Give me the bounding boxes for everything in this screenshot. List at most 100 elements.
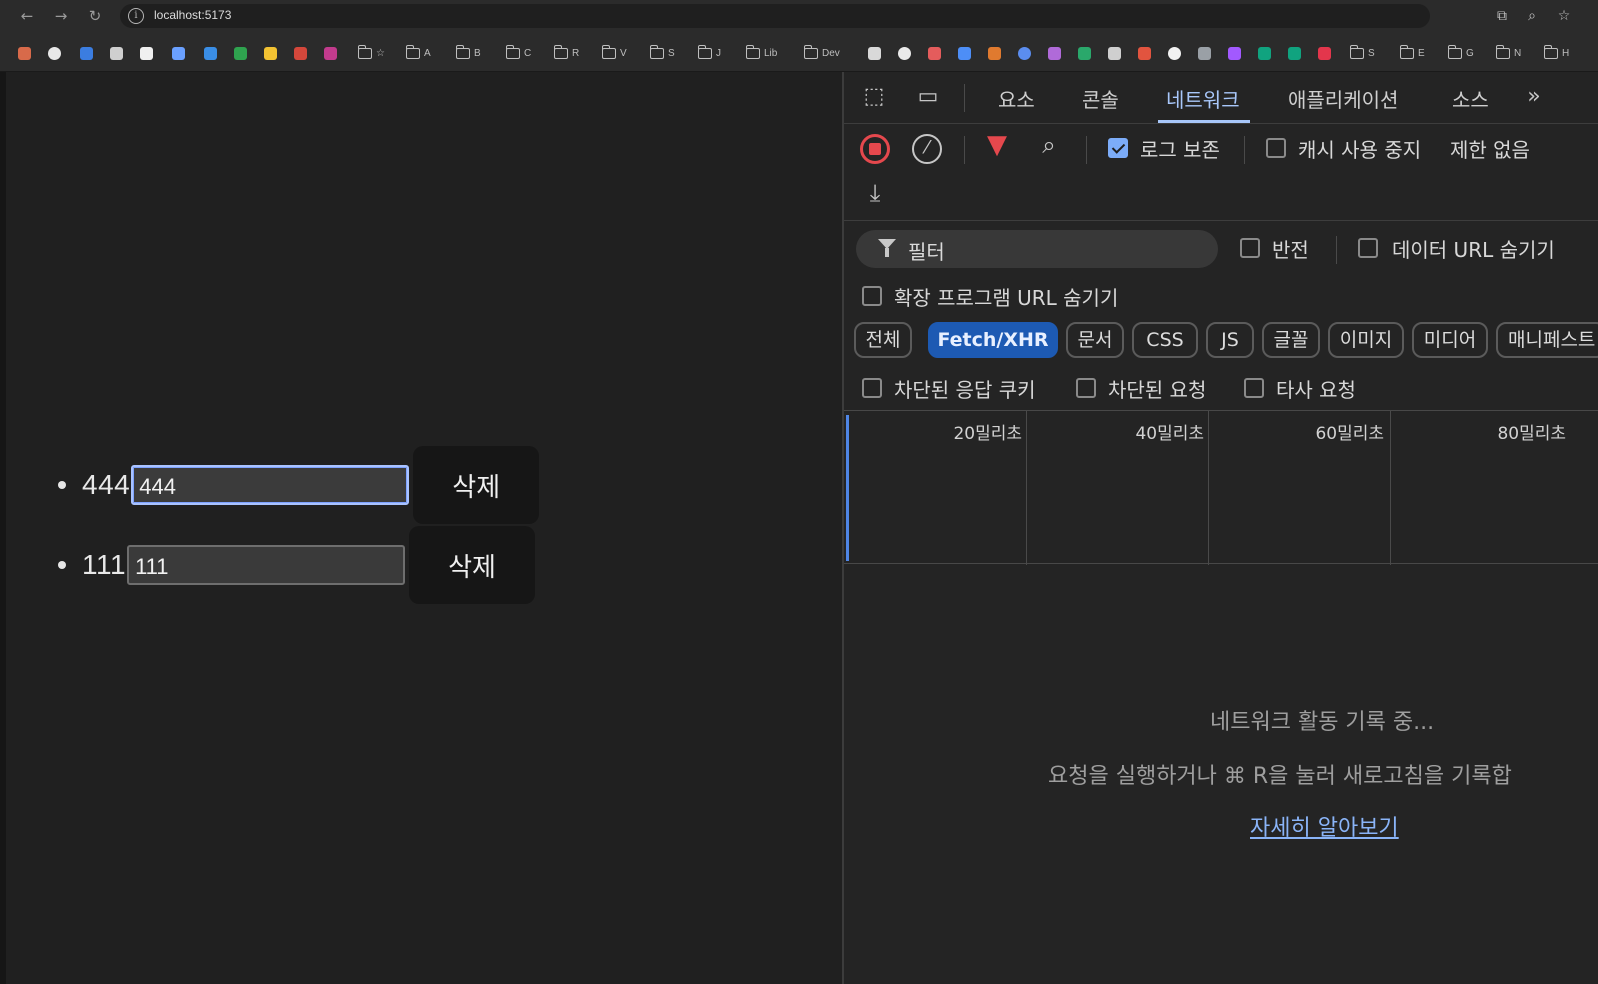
- active-tab-indicator: [1158, 120, 1250, 123]
- record-stop-icon[interactable]: [860, 134, 890, 164]
- network-overview-timeline[interactable]: 20밀리초 40밀리초 60밀리초 80밀리초: [844, 410, 1598, 565]
- bookmark-star-icon[interactable]: ☆: [1554, 6, 1574, 26]
- clear-log-icon[interactable]: ⁄: [912, 134, 942, 164]
- keep-icon[interactable]: [264, 46, 277, 60]
- bookmark-folder[interactable]: A: [406, 44, 431, 60]
- hide-data-urls-label[interactable]: 데이터 URL 숨기기: [1392, 234, 1555, 263]
- bookmark-folder[interactable]: S: [1350, 44, 1375, 60]
- folder-icon: [698, 44, 712, 59]
- bookmark-favicon[interactable]: [172, 46, 185, 60]
- bookmark-favicon[interactable]: [1168, 46, 1181, 60]
- gmail-icon[interactable]: [294, 46, 307, 60]
- invert-label[interactable]: 반전: [1272, 234, 1309, 263]
- filter-input[interactable]: 필터: [856, 230, 1218, 268]
- bookmark-folder[interactable]: Dev: [804, 44, 840, 60]
- address-bar[interactable]: [120, 4, 1430, 28]
- bookmark-favicon[interactable]: [1108, 46, 1121, 60]
- preserve-log-checkbox[interactable]: [1108, 138, 1128, 158]
- hide-data-urls-checkbox[interactable]: [1358, 238, 1378, 258]
- blocked-requests-checkbox[interactable]: [1076, 378, 1096, 398]
- bookmark-folder[interactable]: H: [1544, 44, 1569, 60]
- bookmark-favicon[interactable]: [1138, 46, 1151, 60]
- tab-network[interactable]: 네트워크: [1166, 84, 1240, 113]
- bookmark-favicon[interactable]: [204, 46, 217, 60]
- bookmark-favicon[interactable]: [1048, 46, 1061, 60]
- bookmark-folder[interactable]: J: [698, 44, 721, 60]
- bookmark-favicon[interactable]: [1288, 46, 1301, 60]
- hide-extension-urls-label[interactable]: 확장 프로그램 URL 숨기기: [894, 282, 1118, 311]
- tab-application[interactable]: 애플리케이션: [1288, 84, 1398, 113]
- github-icon[interactable]: [48, 46, 61, 60]
- invert-checkbox[interactable]: [1240, 238, 1260, 258]
- notion-icon[interactable]: [140, 46, 153, 60]
- zoom-icon[interactable]: ⌕: [1522, 6, 1542, 26]
- todo-edit-input[interactable]: [127, 545, 406, 585]
- bookmark-folder[interactable]: G: [1448, 44, 1474, 60]
- throttling-select[interactable]: 제한 없음: [1450, 134, 1530, 163]
- tab-elements[interactable]: 요소: [998, 84, 1035, 113]
- bookmark-favicon[interactable]: [110, 46, 123, 60]
- bookmark-folder[interactable]: V: [602, 44, 627, 60]
- preserve-log-label[interactable]: 로그 보존: [1140, 134, 1220, 163]
- tab-console[interactable]: 콘솔: [1082, 84, 1119, 113]
- bookmark-favicon[interactable]: [988, 46, 1001, 60]
- bookmark-folder[interactable]: C: [506, 44, 531, 60]
- todo-edit-input[interactable]: [131, 465, 410, 505]
- delete-button[interactable]: 삭제: [413, 446, 540, 524]
- site-info-icon[interactable]: i: [128, 8, 144, 24]
- type-filter-css[interactable]: CSS: [1132, 322, 1198, 358]
- bookmark-favicon[interactable]: [80, 46, 93, 60]
- bookmark-favicon[interactable]: [1198, 46, 1211, 60]
- reload-icon[interactable]: ↻: [84, 6, 106, 26]
- type-filter-img[interactable]: 이미지: [1328, 322, 1404, 358]
- bookmark-folder[interactable]: R: [554, 44, 579, 60]
- bookmark-folder[interactable]: B: [456, 44, 481, 60]
- inspect-element-icon[interactable]: ⬚: [860, 84, 888, 110]
- disable-cache-checkbox[interactable]: [1266, 138, 1286, 158]
- third-party-requests-label[interactable]: 타사 요청: [1276, 374, 1356, 403]
- url-text[interactable]: localhost:5173: [154, 8, 231, 22]
- bookmark-favicon[interactable]: [1018, 46, 1031, 60]
- tab-sources[interactable]: 소스: [1452, 84, 1489, 113]
- divider: [1244, 136, 1245, 164]
- type-filter-fetch-xhr[interactable]: Fetch/XHR: [928, 322, 1058, 358]
- more-tabs-icon[interactable]: »: [1520, 84, 1548, 110]
- learn-more-link[interactable]: 자세히 알아보기: [1250, 810, 1399, 842]
- blocked-requests-label[interactable]: 차단된 요청: [1108, 374, 1206, 403]
- type-filter-js[interactable]: JS: [1206, 322, 1254, 358]
- bookmark-favicon[interactable]: [928, 46, 941, 60]
- forward-arrow-icon[interactable]: →: [50, 6, 72, 26]
- blocked-response-cookies-label[interactable]: 차단된 응답 쿠키: [894, 374, 1036, 403]
- gmail-icon[interactable]: [324, 46, 337, 60]
- bookmark-favicon[interactable]: [898, 46, 911, 60]
- bookmark-favicon[interactable]: [1078, 46, 1091, 60]
- bookmark-folder[interactable]: E: [1400, 44, 1425, 60]
- type-filter-manifest[interactable]: 매니페스트: [1496, 322, 1598, 358]
- translate-icon[interactable]: ⧉: [1492, 6, 1512, 26]
- bookmark-favicon[interactable]: [18, 46, 31, 60]
- type-filter-all[interactable]: 전체: [854, 322, 912, 358]
- search-icon[interactable]: ⌕: [1034, 132, 1064, 158]
- device-toolbar-icon[interactable]: ▭: [912, 84, 944, 110]
- bookmark-folder[interactable]: Lib: [746, 44, 777, 60]
- type-filter-doc[interactable]: 문서: [1066, 322, 1124, 358]
- bookmark-favicon[interactable]: [1318, 46, 1331, 60]
- sheets-icon[interactable]: [234, 46, 247, 60]
- back-arrow-icon[interactable]: ←: [16, 6, 38, 26]
- bookmark-favicon[interactable]: [1258, 46, 1271, 60]
- bookmark-favicon[interactable]: [868, 46, 881, 60]
- bookmark-favicon[interactable]: [958, 46, 971, 60]
- type-filter-media[interactable]: 미디어: [1412, 322, 1488, 358]
- bookmark-folder[interactable]: ☆: [358, 44, 385, 60]
- bookmark-folder[interactable]: S: [650, 44, 675, 60]
- delete-button[interactable]: 삭제: [409, 526, 536, 604]
- filter-toggle-icon[interactable]: ▼: [982, 132, 1012, 158]
- hide-extension-urls-checkbox[interactable]: [862, 286, 882, 306]
- disable-cache-label[interactable]: 캐시 사용 중지: [1298, 134, 1421, 163]
- type-filter-font[interactable]: 글꼴: [1262, 322, 1320, 358]
- blocked-response-cookies-checkbox[interactable]: [862, 378, 882, 398]
- export-har-download-icon[interactable]: ⤓: [860, 180, 890, 206]
- third-party-requests-checkbox[interactable]: [1244, 378, 1264, 398]
- figma-icon[interactable]: [1228, 46, 1241, 60]
- bookmark-folder[interactable]: N: [1496, 44, 1521, 60]
